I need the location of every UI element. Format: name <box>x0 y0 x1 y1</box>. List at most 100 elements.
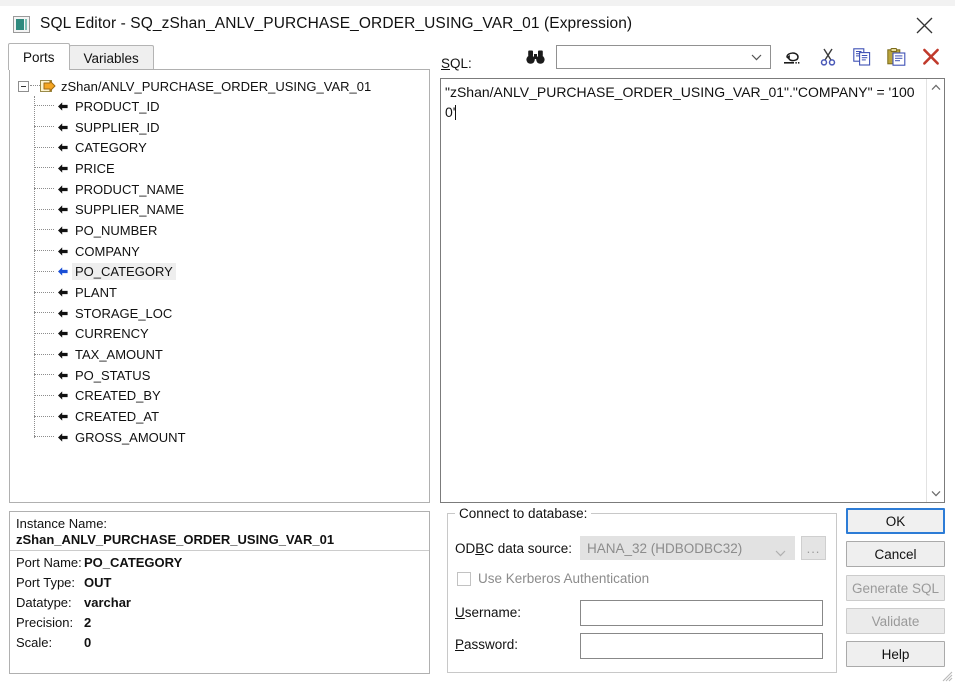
instance-detail-key: Datatype: <box>16 595 72 610</box>
tree-item-storage_loc[interactable]: STORAGE_LOC <box>34 303 429 324</box>
port-arrow-icon <box>56 162 69 175</box>
ports-tree: zShan/ANLV_PURCHASE_ORDER_USING_VAR_01 P… <box>10 70 429 448</box>
close-icon[interactable] <box>909 10 939 40</box>
instance-detail-key: Scale: <box>16 635 53 650</box>
tree-item-label: PLANT <box>75 285 117 301</box>
chevron-down-icon <box>775 545 786 560</box>
tree-connector <box>34 229 54 231</box>
tree-item-label: PRODUCT_ID <box>75 98 160 114</box>
generate-sql-button[interactable]: Generate SQL <box>846 575 945 601</box>
tree-item-label: CREATED_AT <box>75 409 160 425</box>
tree-item-po_status[interactable]: PO_STATUS <box>34 365 429 386</box>
tree-item-label: CREATED_BY <box>75 388 161 404</box>
instance-name-value: zShan_ANLV_PURCHASE_ORDER_USING_VAR_01 <box>16 532 335 547</box>
port-arrow-icon <box>56 389 69 402</box>
undo-arrow-icon[interactable] <box>780 45 806 69</box>
red-x-delete-icon[interactable] <box>918 45 944 69</box>
instance-detail-value: varchar <box>84 595 131 610</box>
tree-item-product_name[interactable]: PRODUCT_NAME <box>34 179 429 200</box>
password-label: Password: <box>455 637 519 652</box>
ok-button[interactable]: OK <box>846 508 945 534</box>
port-arrow-icon <box>56 183 69 196</box>
instance-detail-row: Port Name: PO_CATEGORY <box>16 555 423 575</box>
copy-pages-icon[interactable] <box>849 45 875 69</box>
tree-item-label: TAX_AMOUNT <box>75 347 163 363</box>
text-caret <box>455 104 457 120</box>
tree-item-supplier_id[interactable]: SUPPLIER_ID <box>34 117 429 138</box>
instance-detail-key: Port Name: <box>16 555 82 570</box>
username-input[interactable] <box>580 600 823 626</box>
clipboard-paste-icon[interactable] <box>883 45 909 69</box>
tree-item-label: COMPANY <box>75 243 140 259</box>
tree-item-created_by[interactable]: CREATED_BY <box>34 386 429 407</box>
tree-connector <box>34 436 54 438</box>
tab-variables[interactable]: Variables <box>68 45 154 70</box>
chevron-up-icon[interactable] <box>927 79 944 96</box>
title-bar: SQL Editor - SQ_zShan_ANLV_PURCHASE_ORDE… <box>0 6 955 42</box>
port-arrow-icon <box>56 141 69 154</box>
tree-item-gross_amount[interactable]: GROSS_AMOUNT <box>34 427 429 448</box>
instance-info-panel: Instance Name: zShan_ANLV_PURCHASE_ORDER… <box>9 511 430 674</box>
tree-root-node[interactable]: zShan/ANLV_PURCHASE_ORDER_USING_VAR_01 <box>18 76 429 96</box>
tree-connector <box>34 332 54 335</box>
chevron-down-icon[interactable] <box>927 485 944 502</box>
tree-item-created_at[interactable]: CREATED_AT <box>34 406 429 427</box>
tree-item-tax_amount[interactable]: TAX_AMOUNT <box>34 344 429 365</box>
tree-children: PRODUCT_ID SUPPLIER_ID CATEGORY PRICE PRODUC… <box>34 96 429 448</box>
tree-item-po_category[interactable]: PO_CATEGORY <box>34 262 429 283</box>
resize-grip-icon[interactable] <box>941 670 953 682</box>
sql-vertical-scrollbar[interactable] <box>926 79 944 502</box>
tree-connector <box>34 353 54 356</box>
tree-item-po_number[interactable]: PO_NUMBER <box>34 220 429 241</box>
odbc-browse-button[interactable]: ... <box>801 536 826 560</box>
instance-detail-row: Datatype: varchar <box>16 595 423 615</box>
tree-item-label: SUPPLIER_NAME <box>75 202 185 218</box>
port-arrow-icon <box>56 100 69 113</box>
tree-item-label: GROSS_AMOUNT <box>75 429 186 445</box>
port-arrow-icon <box>56 265 69 278</box>
port-arrow-icon <box>56 307 69 320</box>
tree-connector <box>34 188 54 190</box>
tree-expander-icon[interactable] <box>18 80 29 92</box>
tree-item-currency[interactable]: CURRENCY <box>34 324 429 345</box>
help-button[interactable]: Help <box>846 641 945 667</box>
tree-connector <box>34 374 54 376</box>
sql-text-area[interactable]: "zShan/ANLV_PURCHASE_ORDER_USING_VAR_01"… <box>440 78 945 503</box>
sql-text-content[interactable]: "zShan/ANLV_PURCHASE_ORDER_USING_VAR_01"… <box>441 79 926 502</box>
tree-item-category[interactable]: CATEGORY <box>34 137 429 158</box>
tree-connector <box>34 250 54 252</box>
use-kerberos-authentication-checkbox[interactable]: Use Kerberos Authentication <box>457 571 649 586</box>
port-arrow-icon <box>56 410 69 423</box>
validate-button[interactable]: Validate <box>846 608 945 634</box>
instance-name-header: Instance Name: zShan_ANLV_PURCHASE_ORDER… <box>10 512 429 551</box>
tree-item-label: PRODUCT_NAME <box>75 181 185 197</box>
tab-ports[interactable]: Ports <box>8 43 70 70</box>
tree-connector <box>34 146 54 149</box>
instance-detail-row: Port Type: OUT <box>16 575 423 595</box>
odbc-data-source-combo[interactable]: HANA_32 (HDBODBC32) <box>580 536 795 560</box>
instance-name-label: Instance Name: <box>16 516 108 531</box>
tree-item-product_id[interactable]: PRODUCT_ID <box>34 96 429 117</box>
tree-connector <box>34 126 54 128</box>
connect-to-database-title: Connect to database: <box>455 506 592 521</box>
tree-item-plant[interactable]: PLANT <box>34 282 429 303</box>
chevron-down-icon <box>751 48 762 66</box>
tree-connector <box>34 291 54 294</box>
port-arrow-icon <box>56 203 69 216</box>
odbc-data-source-value: HANA_32 (HDBODBC32) <box>587 540 743 556</box>
tree-item-supplier_name[interactable]: SUPPLIER_NAME <box>34 199 429 220</box>
instance-detail-value: PO_CATEGORY <box>84 555 183 570</box>
sql-editor-window-icon <box>13 15 30 33</box>
port-arrow-icon <box>56 369 69 382</box>
instance-detail-row: Precision: 2 <box>16 615 423 635</box>
sql-history-combo[interactable] <box>556 45 771 69</box>
tree-item-price[interactable]: PRICE <box>34 158 429 179</box>
tree-item-company[interactable]: COMPANY <box>34 241 429 262</box>
scissors-cut-icon[interactable] <box>815 45 841 69</box>
cancel-button[interactable]: Cancel <box>846 541 945 567</box>
tab-strip: Ports Variables <box>8 43 154 70</box>
password-input[interactable] <box>580 633 823 659</box>
instance-detail-rows: Port Name: PO_CATEGORY Port Type: OUT Dataty… <box>10 551 429 655</box>
ports-tree-panel[interactable]: zShan/ANLV_PURCHASE_ORDER_USING_VAR_01 P… <box>9 69 430 503</box>
binoculars-find-icon[interactable] <box>523 47 547 67</box>
